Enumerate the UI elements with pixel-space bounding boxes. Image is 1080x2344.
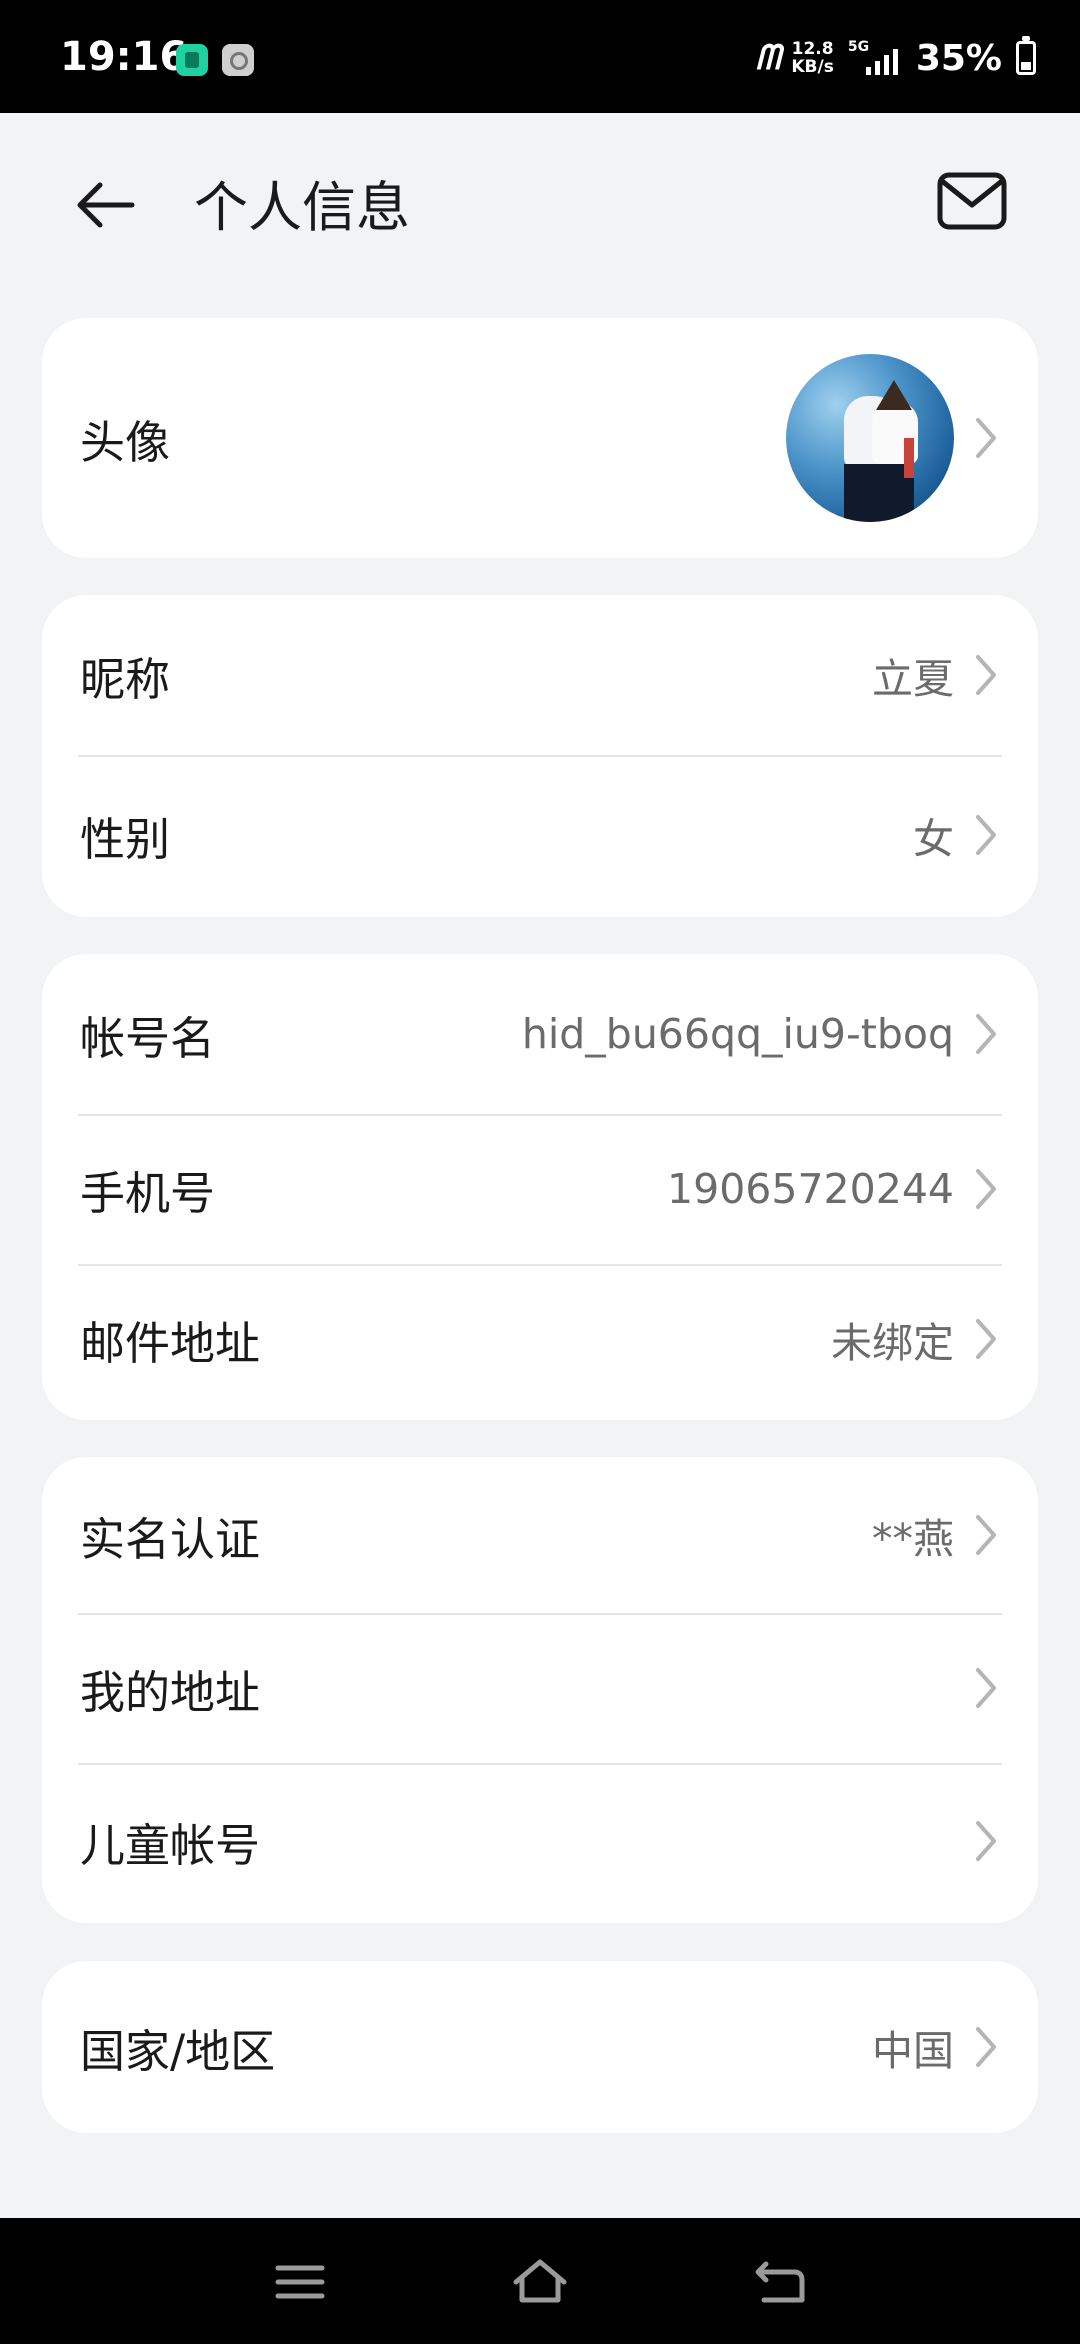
network-speed: 12.8 KB/s	[791, 40, 833, 76]
status-time: 19:16	[60, 34, 188, 80]
my-address-row[interactable]: 我的地址	[42, 1613, 1038, 1763]
account-card: 帐号名 hid_bu66qq_iu9-tboq 手机号 19065720244 …	[42, 954, 1038, 1420]
page-title: 个人信息	[194, 176, 410, 239]
account-name-row[interactable]: 帐号名 hid_bu66qq_iu9-tboq	[42, 954, 1038, 1114]
back-nav-icon[interactable]	[750, 2254, 810, 2310]
avatar-row[interactable]: 头像	[42, 318, 1038, 558]
chevron-right-icon	[976, 1821, 996, 1861]
status-bar: 19:16 ᗰ 12.8 KB/s 5G 35%	[0, 0, 1080, 113]
country-row[interactable]: 国家/地区 中国	[42, 1961, 1038, 2133]
realname-row[interactable]: 实名认证 **燕	[42, 1457, 1038, 1613]
chevron-right-icon	[976, 418, 996, 458]
country-value: 中国	[872, 2027, 954, 2075]
account-name-label: 帐号名	[80, 1011, 216, 1065]
email-row[interactable]: 邮件地址 未绑定	[42, 1264, 1038, 1414]
profile-card: 昵称 立夏 性别 女	[42, 595, 1038, 917]
phone-row[interactable]: 手机号 19065720244	[42, 1114, 1038, 1264]
avatar[interactable]	[786, 354, 954, 522]
chevron-right-icon	[976, 1169, 996, 1209]
battery-icon	[1016, 36, 1036, 75]
nickname-label: 昵称	[80, 652, 171, 706]
settings-notification-icon	[222, 44, 254, 76]
speed-value: 12.8	[791, 39, 834, 59]
gender-label: 性别	[80, 812, 171, 866]
email-value: 未绑定	[831, 1319, 954, 1367]
gender-value: 女	[913, 815, 954, 863]
signal-icon: 5G	[848, 39, 902, 77]
region-card: 国家/地区 中国	[42, 1961, 1038, 2133]
chevron-right-icon	[976, 1515, 996, 1555]
navigation-bar	[0, 2218, 1080, 2344]
network-logo: ᗰ	[755, 38, 781, 78]
home-icon[interactable]	[510, 2254, 570, 2310]
chevron-right-icon	[976, 2027, 996, 2067]
chevron-right-icon	[976, 1014, 996, 1054]
menu-icon[interactable]	[270, 2254, 330, 2310]
phone-value: 19065720244	[667, 1165, 954, 1213]
child-account-label: 儿童帐号	[80, 1818, 261, 1872]
mail-icon[interactable]	[936, 169, 1008, 233]
identity-card: 实名认证 **燕 我的地址 儿童帐号	[42, 1457, 1038, 1923]
phone-label: 手机号	[80, 1166, 216, 1220]
arrow-left-icon[interactable]	[74, 173, 138, 237]
my-address-label: 我的地址	[80, 1665, 261, 1719]
chevron-right-icon	[976, 1668, 996, 1708]
gender-row[interactable]: 性别 女	[42, 755, 1038, 915]
email-label: 邮件地址	[80, 1316, 261, 1370]
realname-value: **燕	[872, 1515, 954, 1563]
chevron-right-icon	[976, 1319, 996, 1359]
speed-unit: KB/s	[791, 57, 834, 77]
country-label: 国家/地区	[80, 2024, 276, 2078]
chevron-right-icon	[976, 815, 996, 855]
battery-percent: 35%	[915, 37, 1002, 79]
avatar-card: 头像	[42, 318, 1038, 558]
nickname-value: 立夏	[872, 655, 954, 703]
child-account-row[interactable]: 儿童帐号	[42, 1763, 1038, 1919]
page-header: 个人信息	[0, 113, 1080, 283]
avatar-label: 头像	[80, 415, 171, 469]
status-indicators: ᗰ 12.8 KB/s 5G 35%	[755, 36, 1036, 79]
nickname-row[interactable]: 昵称 立夏	[42, 595, 1038, 755]
app-notification-icon	[176, 44, 208, 76]
chevron-right-icon	[976, 655, 996, 695]
realname-label: 实名认证	[80, 1512, 261, 1566]
account-name-value: hid_bu66qq_iu9-tboq	[521, 1010, 954, 1058]
